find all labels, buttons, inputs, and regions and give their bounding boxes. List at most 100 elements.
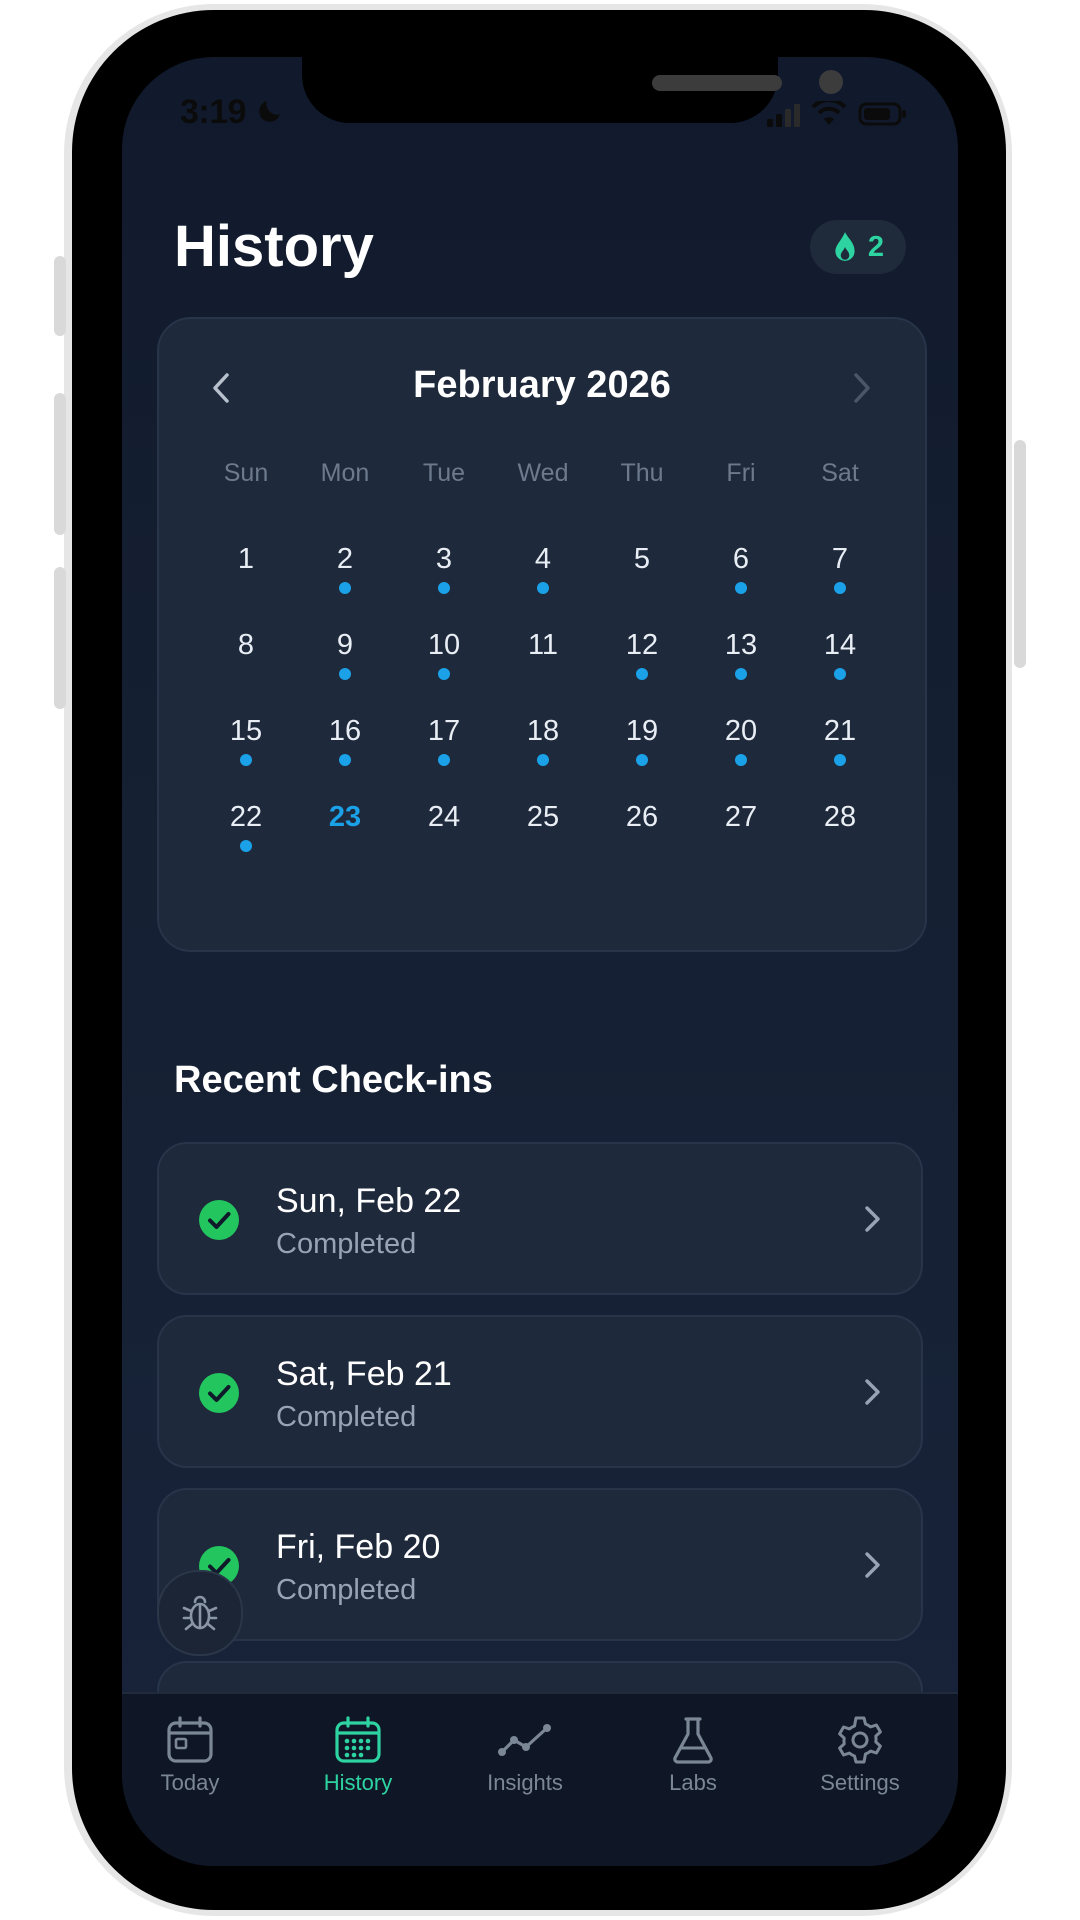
volume-up-button — [54, 393, 66, 535]
tab-today[interactable]: Today — [122, 1714, 265, 1796]
flask-icon — [673, 1717, 713, 1764]
status-icons — [765, 98, 908, 132]
day-number: 18 — [526, 715, 560, 747]
day-number: 8 — [237, 629, 255, 661]
calendar-day-icon — [167, 1716, 213, 1763]
checkin-dot — [735, 668, 747, 680]
earpiece-speaker — [652, 75, 782, 91]
tab-labs[interactable]: Labs — [618, 1714, 768, 1796]
tab-label: Insights — [487, 1770, 563, 1795]
day-number: 15 — [229, 715, 263, 747]
checkin-row[interactable]: Sat, Feb 21 Completed — [157, 1315, 923, 1468]
tab-bar: Today History Insights Labs Settings — [122, 1692, 958, 1866]
weekday-label: Fri — [726, 459, 756, 487]
calendar-day[interactable]: 27 — [701, 801, 781, 857]
calendar-day[interactable]: 10 — [404, 629, 484, 685]
streak-count: 2 — [867, 230, 885, 263]
calendar-day[interactable]: 14 — [800, 629, 880, 685]
checkin-date: Fri, Feb 20 — [276, 1528, 441, 1566]
calendar-day[interactable]: 4 — [503, 543, 583, 599]
checkin-dot — [537, 754, 549, 766]
volume-down-button — [54, 567, 66, 709]
checkin-dot — [636, 668, 648, 680]
tab-history[interactable]: History — [283, 1714, 433, 1796]
calendar-day[interactable]: 2 — [305, 543, 385, 599]
calendar-day[interactable]: 6 — [701, 543, 781, 599]
day-number: 23 — [328, 801, 362, 833]
section-title: Recent Check-ins — [174, 1059, 493, 1101]
day-number: 17 — [427, 715, 461, 747]
next-month-button[interactable] — [840, 366, 884, 410]
day-number: 10 — [427, 629, 461, 661]
day-number: 1 — [237, 543, 255, 575]
calendar-day[interactable]: 7 — [800, 543, 880, 599]
debug-button[interactable] — [157, 1570, 243, 1656]
streak-badge[interactable]: 2 — [810, 220, 906, 274]
calendar-day[interactable]: 1 — [206, 543, 286, 599]
day-number: 25 — [526, 801, 560, 833]
checkin-dot — [537, 582, 549, 594]
weekday-label: Wed — [517, 459, 569, 487]
calendar-day[interactable]: 22 — [206, 801, 286, 857]
tab-label: Settings — [820, 1770, 900, 1795]
flame-icon — [835, 232, 855, 261]
calendar-day[interactable]: 8 — [206, 629, 286, 685]
day-number: 24 — [427, 801, 461, 833]
checkin-status: Completed — [276, 1228, 417, 1260]
calendar-card: February 2026 Sun Mon Tue Wed Thu Fri Sat 1234… — [157, 317, 927, 952]
tab-settings[interactable]: Settings — [785, 1714, 935, 1796]
calendar-day[interactable]: 15 — [206, 715, 286, 771]
calendar-day[interactable]: 20 — [701, 715, 781, 771]
weekday-label: Sun — [223, 459, 269, 487]
day-number: 28 — [823, 801, 857, 833]
checkin-date: Sun, Feb 22 — [276, 1182, 462, 1220]
calendar-day[interactable]: 9 — [305, 629, 385, 685]
calendar-day[interactable]: 13 — [701, 629, 781, 685]
signal-icon — [767, 104, 800, 127]
day-number: 26 — [625, 801, 659, 833]
tab-insights[interactable]: Insights — [450, 1714, 600, 1796]
app-screen: 3:19 History 2 February 2026 Sun Mon Tue… — [122, 57, 958, 1866]
calendar-day[interactable]: 11 — [503, 629, 583, 685]
calendar-day[interactable]: 19 — [602, 715, 682, 771]
calendar-day[interactable]: 3 — [404, 543, 484, 599]
calendar-day[interactable]: 25 — [503, 801, 583, 857]
month-label: February 2026 — [413, 364, 671, 406]
notch — [302, 57, 843, 123]
calendar-day[interactable]: 28 — [800, 801, 880, 857]
moon-icon — [259, 101, 281, 122]
checkin-dot — [339, 582, 351, 594]
calendar-day[interactable]: 26 — [602, 801, 682, 857]
chevron-right-icon — [865, 1552, 880, 1578]
chevron-right-icon — [865, 1206, 880, 1232]
checkin-dot — [735, 582, 747, 594]
calendar-day-today[interactable]: 23 — [305, 801, 385, 857]
day-number: 13 — [724, 629, 758, 661]
day-number: 14 — [823, 629, 857, 661]
day-number: 21 — [823, 715, 857, 747]
day-number: 5 — [633, 543, 651, 575]
calendar-day[interactable]: 24 — [404, 801, 484, 857]
checkin-dot — [240, 754, 252, 766]
checkin-dot — [339, 754, 351, 766]
wifi-icon — [811, 98, 847, 125]
gear-icon — [838, 1716, 882, 1764]
calendar-day[interactable]: 16 — [305, 715, 385, 771]
checkmark-icon — [199, 1200, 239, 1240]
calendar-day[interactable]: 18 — [503, 715, 583, 771]
trend-line-icon — [498, 1724, 551, 1756]
calendar-grid-icon — [335, 1716, 381, 1763]
checkin-row[interactable]: Fri, Feb 20 Completed — [157, 1488, 923, 1641]
calendar-day[interactable]: 21 — [800, 715, 880, 771]
battery-icon — [858, 102, 906, 126]
checkin-dot — [834, 754, 846, 766]
checkin-row[interactable]: Sun, Feb 22 Completed — [157, 1142, 923, 1295]
checkin-dot — [339, 668, 351, 680]
calendar-day[interactable]: 17 — [404, 715, 484, 771]
calendar-day[interactable]: 12 — [602, 629, 682, 685]
day-number: 3 — [435, 543, 453, 575]
power-button — [1014, 440, 1026, 668]
checkin-dot — [735, 754, 747, 766]
calendar-day[interactable]: 5 — [602, 543, 682, 599]
tab-label: History — [323, 1770, 393, 1795]
